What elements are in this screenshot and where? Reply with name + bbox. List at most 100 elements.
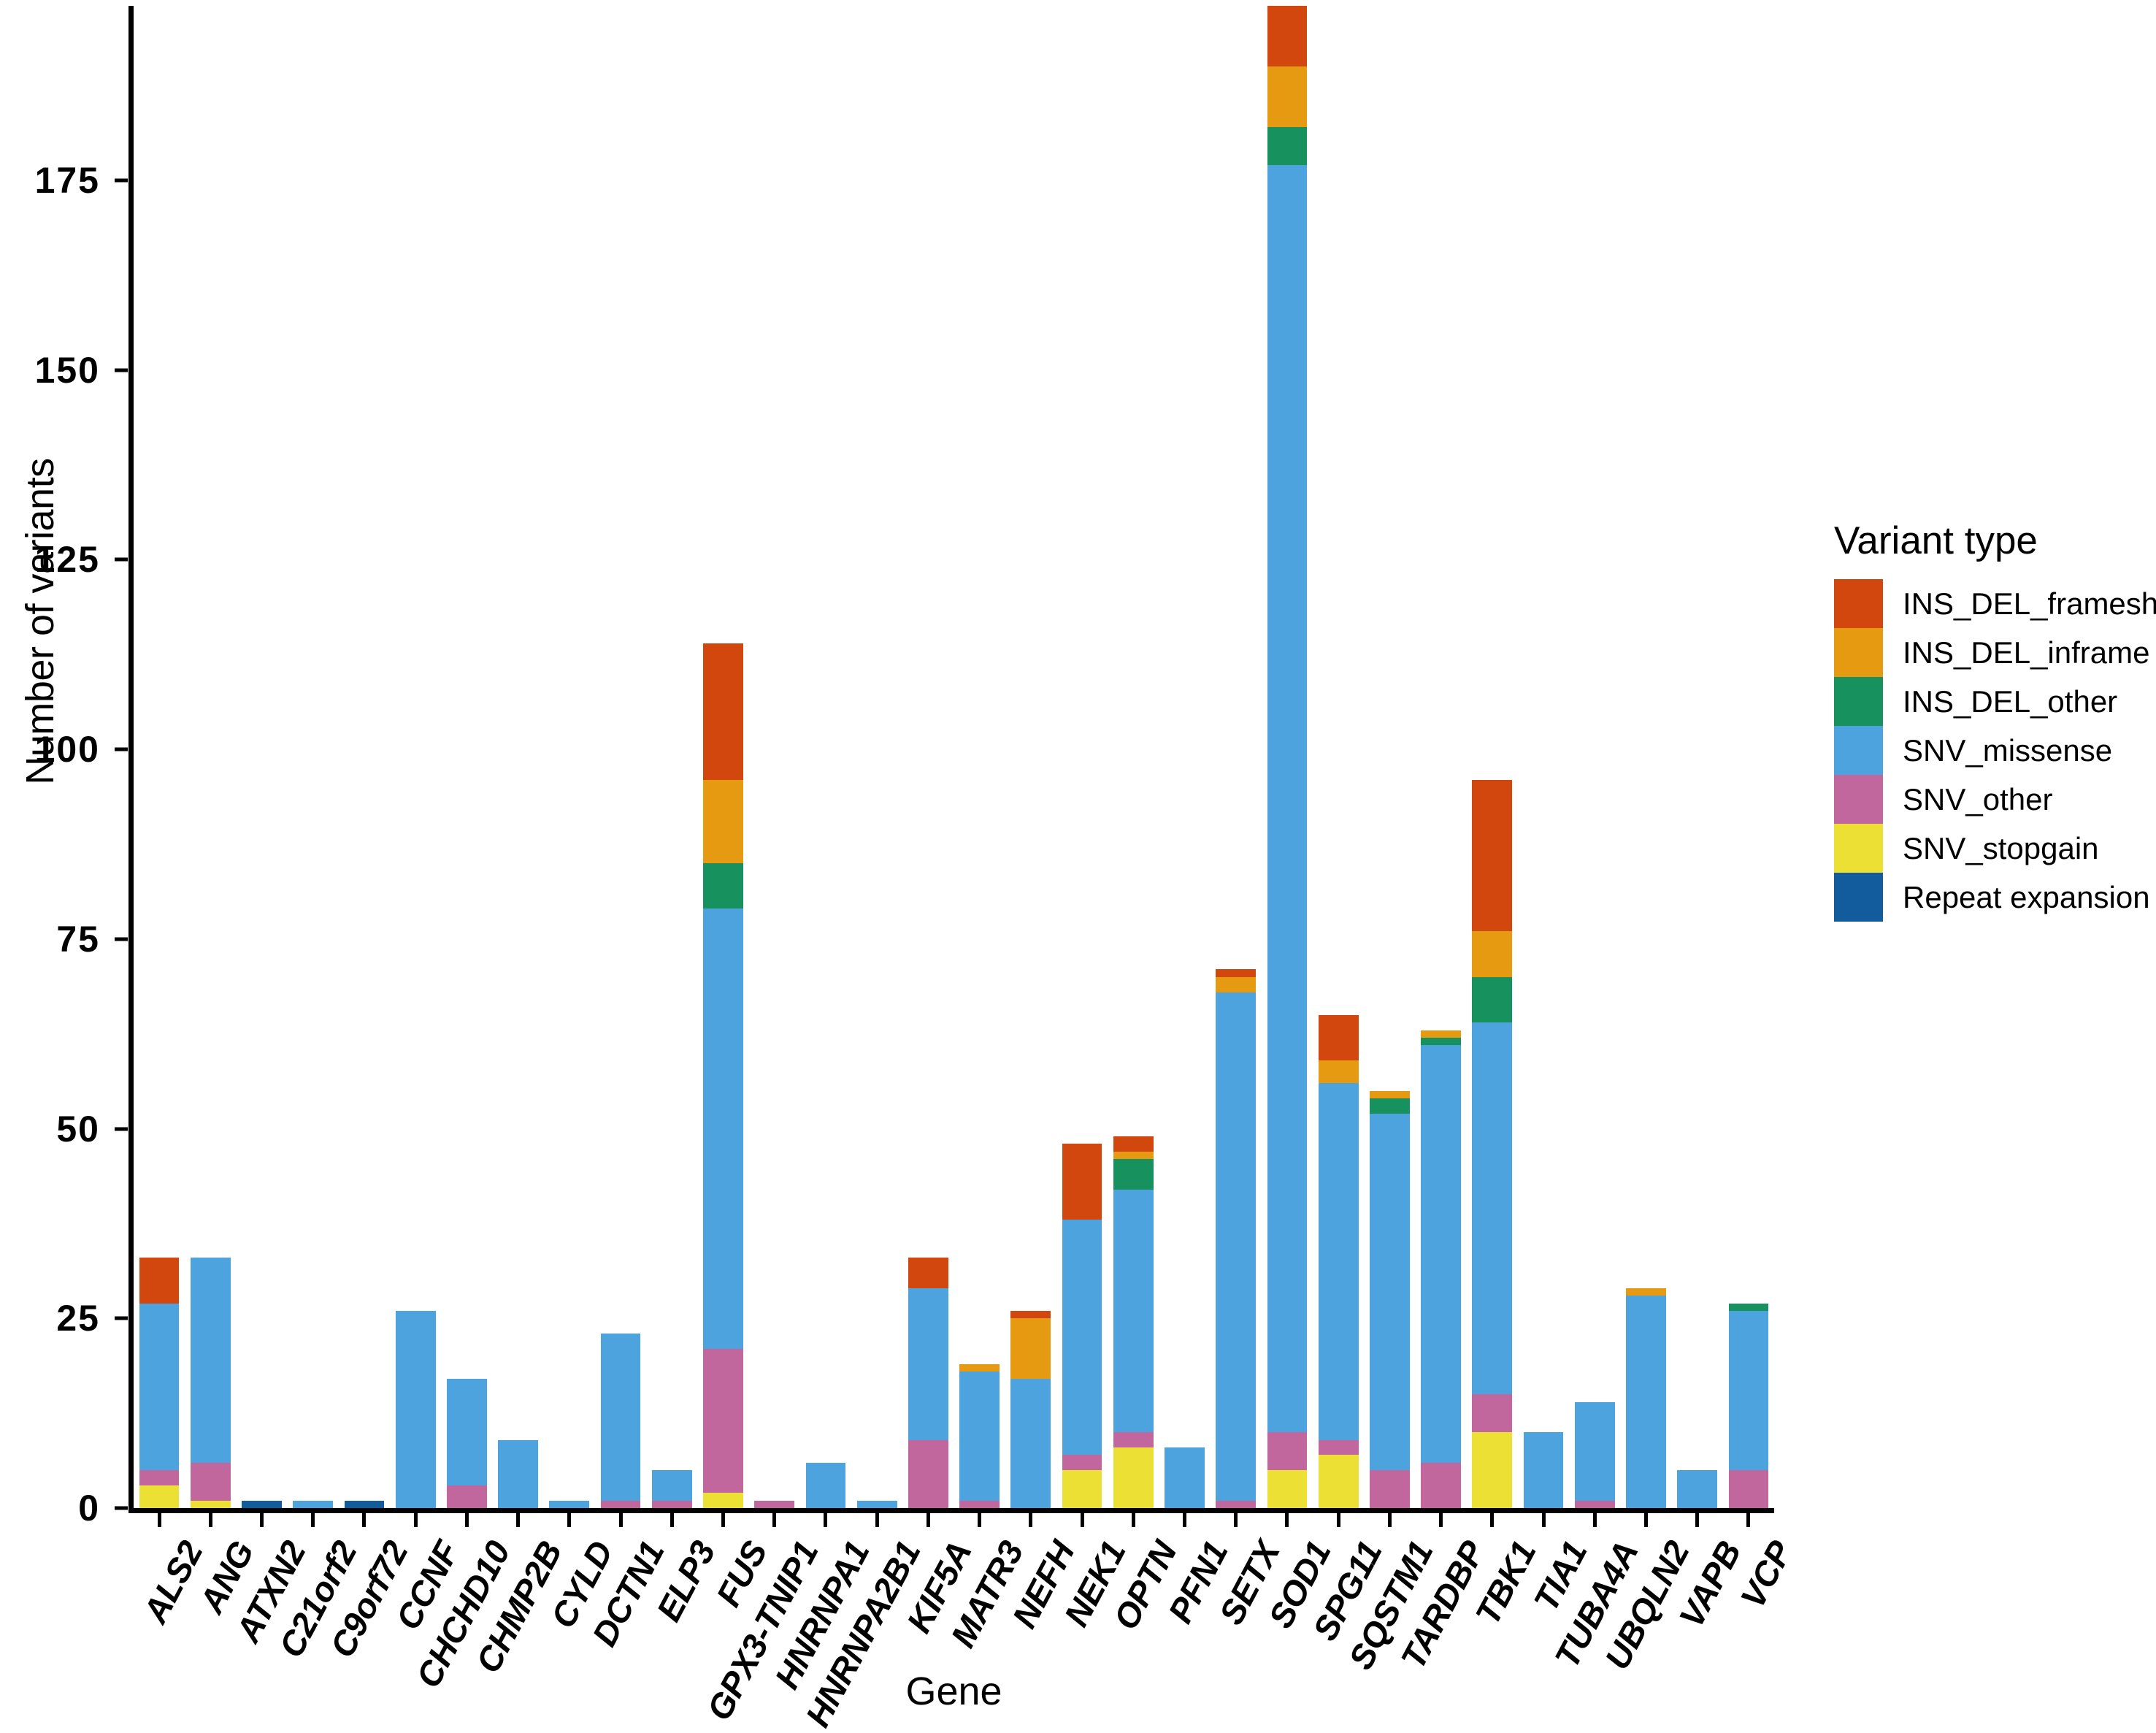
- y-tick-label: 125: [34, 539, 100, 581]
- x-tick-mark: [1541, 1513, 1546, 1527]
- bar-segment-snv-stopgain: [1062, 1470, 1102, 1508]
- bar-nek1[interactable]: [1062, 6, 1102, 1508]
- bar-segment-ins-del-inframe: [1216, 976, 1257, 992]
- bar-segment-snv-missense: [1267, 165, 1308, 1433]
- bar-segment-ins-del-inframe: [1113, 1151, 1154, 1160]
- bar-elp3[interactable]: [651, 6, 692, 1508]
- bar-vapb[interactable]: [1677, 6, 1718, 1508]
- legend-label: INS_DEL_inframe: [1903, 635, 2150, 670]
- bar-c9orf72[interactable]: [344, 6, 385, 1508]
- x-tick-mark: [464, 1513, 469, 1527]
- bar-segment-ins-del-other: [1369, 1098, 1410, 1114]
- bar-segment-ins-del-frameshift: [1318, 1014, 1359, 1061]
- legend-item[interactable]: SNV_other: [1834, 775, 2148, 824]
- bar-atxn2[interactable]: [242, 6, 282, 1508]
- bar-segment-snv-other: [1062, 1455, 1102, 1471]
- legend-swatch-repeat-expansion: [1834, 873, 1883, 922]
- legend-item[interactable]: SNV_missense: [1834, 726, 2148, 775]
- bar-tbk1[interactable]: [1472, 6, 1513, 1508]
- bar-segment-snv-stopgain: [1472, 1432, 1513, 1508]
- bar-matr3[interactable]: [959, 6, 1000, 1508]
- bar-segment-snv-other: [651, 1500, 692, 1508]
- bar-vcp[interactable]: [1728, 6, 1769, 1508]
- legend-label: INS_DEL_other: [1903, 684, 2118, 719]
- bar-segment-snv-missense: [703, 908, 743, 1349]
- bar-als2[interactable]: [139, 6, 180, 1508]
- bar-segment-snv-missense: [1728, 1310, 1769, 1471]
- bar-segment-snv-stopgain: [1318, 1455, 1359, 1508]
- legend-item[interactable]: INS_DEL_frameshift: [1834, 579, 2156, 628]
- bar-optn[interactable]: [1113, 6, 1154, 1508]
- bar-kif5a[interactable]: [908, 6, 948, 1508]
- x-tick-mark: [1592, 1513, 1597, 1527]
- bar-segment-snv-other: [1421, 1462, 1461, 1508]
- x-tick-mark: [1029, 1513, 1033, 1527]
- bar-segment-ins-del-other: [703, 862, 743, 909]
- bar-tardbp[interactable]: [1421, 6, 1461, 1508]
- bar-cyld[interactable]: [549, 6, 590, 1508]
- bar-segment-snv-other: [1728, 1470, 1769, 1508]
- bar-segment-snv-other: [1267, 1432, 1308, 1471]
- bar-segment-ins-del-other: [1113, 1159, 1154, 1190]
- bar-setx[interactable]: [1216, 6, 1257, 1508]
- bar-ubqln2[interactable]: [1626, 6, 1666, 1508]
- bar-spg11[interactable]: [1318, 6, 1359, 1508]
- legend-item[interactable]: INS_DEL_inframe: [1834, 628, 2150, 677]
- bar-segment-snv-missense: [1369, 1113, 1410, 1471]
- bar-segment-ins-del-inframe: [703, 779, 743, 863]
- bar-sod1[interactable]: [1267, 6, 1308, 1508]
- bar-hnrnpa2b1[interactable]: [856, 6, 897, 1508]
- legend-title: Variant type: [1834, 519, 2038, 562]
- x-tick-mark: [1234, 1513, 1238, 1527]
- bar-segment-snv-other: [1472, 1394, 1513, 1433]
- bar-c21orf2[interactable]: [293, 6, 334, 1508]
- bar-ccnf[interactable]: [395, 6, 436, 1508]
- bar-segment-snv-other: [1318, 1439, 1359, 1455]
- bar-chmp2b[interactable]: [498, 6, 539, 1508]
- legend-item[interactable]: SNV_stopgain: [1834, 824, 2148, 873]
- bar-gpx3-tnip1[interactable]: [754, 6, 795, 1508]
- bar-chchd10[interactable]: [447, 6, 487, 1508]
- bar-segment-ins-del-frameshift: [1010, 1310, 1051, 1319]
- bar-fus[interactable]: [703, 6, 743, 1508]
- bar-segment-repeat-expansion: [242, 1500, 282, 1508]
- bar-pfn1[interactable]: [1165, 6, 1205, 1508]
- x-tick-mark: [1439, 1513, 1443, 1527]
- bar-segment-snv-other: [1216, 1500, 1257, 1508]
- bar-segment-snv-missense: [805, 1462, 846, 1508]
- legend-swatch-ins-del-inframe: [1834, 628, 1883, 677]
- bar-tuba4a[interactable]: [1574, 6, 1615, 1508]
- legend-label: SNV_other: [1903, 781, 2053, 816]
- bar-nefh[interactable]: [1010, 6, 1051, 1508]
- bar-segment-ins-del-frameshift: [1472, 779, 1513, 932]
- bar-segment-snv-missense: [549, 1500, 590, 1508]
- bar-segment-snv-stopgain: [190, 1500, 231, 1508]
- legend-swatch-ins-del-frameshift: [1834, 579, 1883, 628]
- bar-sqstm1[interactable]: [1369, 6, 1410, 1508]
- bar-segment-snv-missense: [651, 1470, 692, 1501]
- bar-hnrnpa1[interactable]: [805, 6, 846, 1508]
- legend-label: SNV_missense: [1903, 732, 2113, 768]
- bar-segment-snv-stopgain: [1267, 1470, 1308, 1508]
- bar-segment-snv-other: [1369, 1470, 1410, 1508]
- legend-items: INS_DEL_frameshift INS_DEL_inframe INS_DEL…: [1834, 579, 2156, 922]
- bar-dctn1[interactable]: [600, 6, 641, 1508]
- bar-segment-snv-other: [447, 1485, 487, 1508]
- bar-tia1[interactable]: [1523, 6, 1564, 1508]
- bar-segment-ins-del-frameshift: [1267, 6, 1308, 67]
- bar-segment-snv-missense: [856, 1500, 897, 1508]
- bar-segment-ins-del-inframe: [1369, 1090, 1410, 1098]
- bar-ang[interactable]: [190, 6, 231, 1508]
- legend: Variant type INS_DEL_frameshift INS_DEL_i…: [1834, 519, 2156, 922]
- legend-label: Repeat expansion: [1903, 879, 2150, 914]
- bar-segment-snv-missense: [447, 1379, 487, 1485]
- x-tick-mark: [670, 1513, 674, 1527]
- bar-segment-snv-missense: [1421, 1045, 1461, 1463]
- legend-swatch-snv-stopgain: [1834, 824, 1883, 873]
- legend-item[interactable]: INS_DEL_other: [1834, 677, 2148, 726]
- x-tick-mark: [208, 1513, 212, 1527]
- x-tick-mark: [824, 1513, 828, 1527]
- x-tick-mark: [1387, 1513, 1392, 1527]
- x-tick-mark: [1643, 1513, 1648, 1527]
- legend-item[interactable]: Repeat expansion: [1834, 873, 2150, 922]
